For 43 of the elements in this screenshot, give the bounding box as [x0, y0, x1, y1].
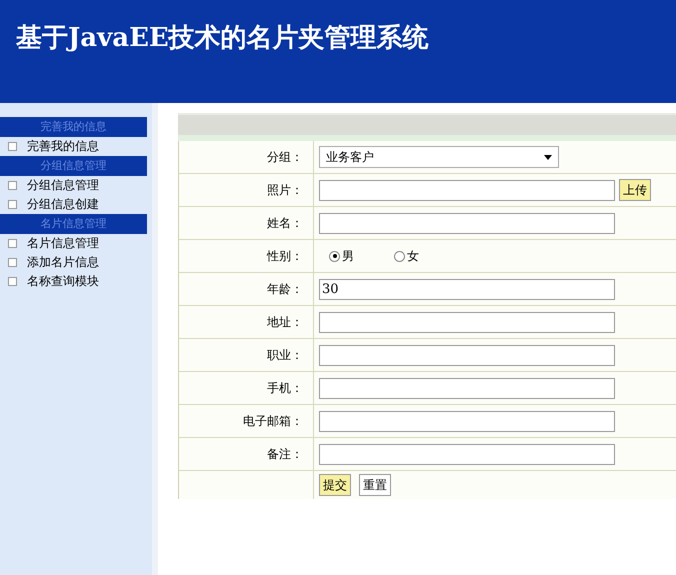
radio-label: 男 [342, 248, 354, 264]
caret-icon [544, 154, 552, 160]
app-title: 基于JavaEE技术的名片夹管理系统 [16, 23, 429, 53]
upload-button[interactable]: 上传 [619, 179, 651, 201]
input-field[interactable] [319, 344, 615, 366]
bullet-icon [8, 200, 17, 209]
field-label: 电子邮箱： [243, 412, 303, 430]
group-select[interactable]: 业务客户 [319, 146, 559, 168]
field-label: 地址： [267, 314, 303, 330]
section-heading: 完善我的信息 [0, 117, 147, 137]
input-field[interactable] [319, 410, 615, 432]
sidebar-link[interactable]: 分组信息创建 [27, 196, 99, 213]
radio-button[interactable] [394, 250, 405, 262]
bullet-icon [8, 181, 17, 190]
input-field[interactable] [319, 444, 615, 464]
sidebar-link[interactable]: 名片信息管理 [27, 235, 99, 252]
input-field[interactable] [319, 180, 615, 200]
field-label: 性别： [267, 248, 303, 264]
field-label: 姓名： [267, 214, 303, 232]
input-field[interactable] [319, 212, 615, 234]
field-label: 照片： [267, 182, 303, 198]
section-heading: 名片信息管理 [0, 214, 147, 234]
input-field[interactable] [319, 378, 615, 398]
bullet-icon [8, 142, 17, 151]
form-button[interactable]: 重置 [359, 474, 391, 496]
bullet-icon [8, 239, 17, 248]
field-label: 备注： [267, 446, 303, 462]
radio-button[interactable] [329, 250, 340, 262]
input-field[interactable] [319, 312, 615, 332]
bullet-icon [8, 277, 17, 286]
input-field[interactable]: 30 [319, 278, 615, 300]
sidebar-link[interactable]: 名称查询模块 [27, 273, 99, 290]
field-label: 年龄： [267, 280, 303, 298]
sidebar-link[interactable]: 完善我的信息 [27, 138, 99, 155]
bullet-icon [8, 258, 17, 267]
sidebar-link[interactable]: 分组信息管理 [27, 177, 99, 194]
form-button[interactable]: 提交 [319, 474, 351, 496]
sidebar-link[interactable]: 添加名片信息 [27, 254, 99, 271]
field-label: 分组： [267, 148, 303, 166]
radio-label: 女 [407, 248, 419, 264]
section-heading: 分组信息管理 [0, 156, 147, 176]
field-label: 职业： [267, 346, 303, 364]
field-label: 手机： [267, 380, 303, 396]
